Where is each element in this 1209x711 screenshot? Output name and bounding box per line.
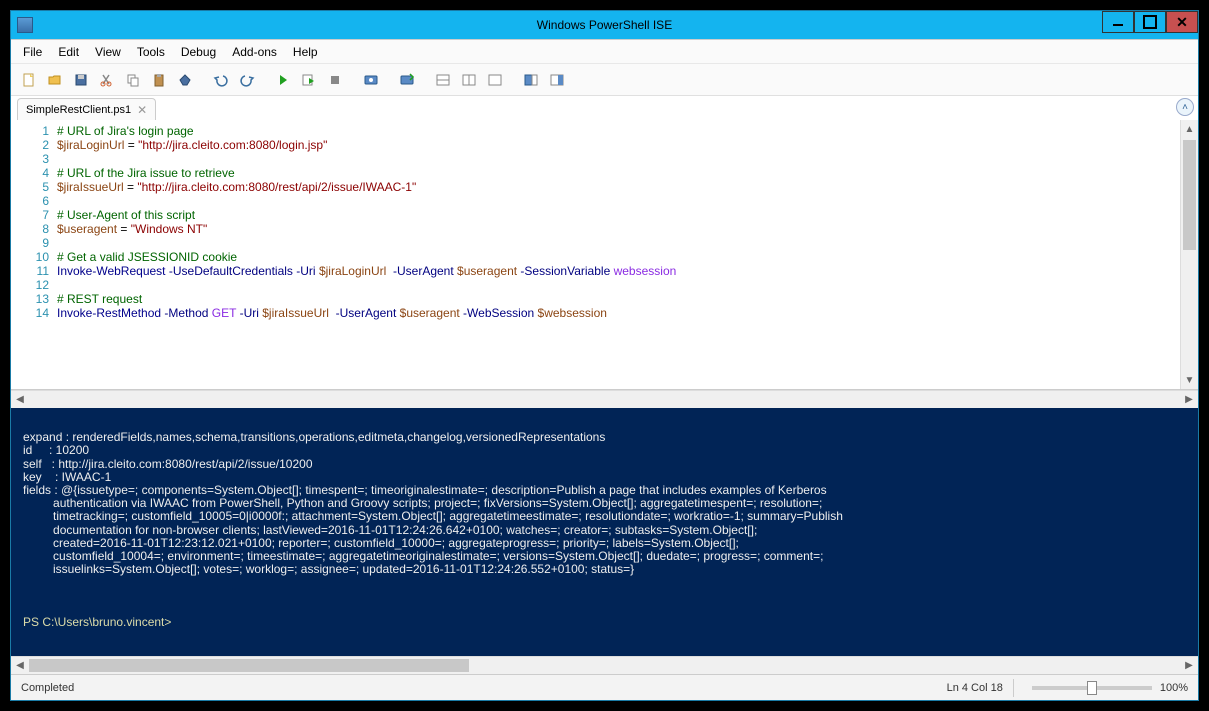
scroll-left-icon[interactable]: ◀ bbox=[11, 660, 29, 671]
panes: 1234567891011121314 # URL of Jira's logi… bbox=[11, 120, 1198, 674]
menu-view[interactable]: View bbox=[87, 43, 129, 61]
collapse-script-pane-icon[interactable]: ˄ bbox=[1176, 98, 1194, 116]
app-icon bbox=[17, 17, 33, 33]
menu-debug[interactable]: Debug bbox=[173, 43, 224, 61]
open-icon[interactable] bbox=[43, 68, 67, 92]
stop-icon[interactable] bbox=[323, 68, 347, 92]
show-command-icon[interactable] bbox=[519, 68, 543, 92]
show-addon-icon[interactable] bbox=[545, 68, 569, 92]
layout-split-icon[interactable] bbox=[431, 68, 455, 92]
maximize-button[interactable] bbox=[1134, 11, 1166, 33]
console-prompt: PS C:\Users\bruno.vincent> bbox=[23, 615, 175, 629]
editor-horizontal-scrollbar[interactable]: ◀ ▶ bbox=[11, 390, 1198, 408]
console-pane[interactable]: expand : renderedFields,names,schema,tra… bbox=[11, 408, 1198, 656]
new-file-icon[interactable] bbox=[17, 68, 41, 92]
menubar: File Edit View Tools Debug Add-ons Help bbox=[11, 40, 1198, 64]
zoom-slider[interactable] bbox=[1032, 686, 1152, 690]
scroll-up-icon[interactable]: ▲ bbox=[1181, 120, 1198, 138]
window-frame: Windows PowerShell ISE ✕ File Edit View … bbox=[10, 10, 1199, 701]
redo-icon[interactable] bbox=[235, 68, 259, 92]
statusbar: Completed Ln 4 Col 18 100% bbox=[11, 674, 1198, 700]
zoom-handle[interactable] bbox=[1087, 681, 1097, 695]
code-area[interactable]: # URL of Jira's login page$jiraLoginUrl … bbox=[57, 120, 1180, 389]
titlebar[interactable]: Windows PowerShell ISE ✕ bbox=[11, 11, 1198, 39]
tab-close-icon[interactable]: ✕ bbox=[137, 103, 147, 117]
console-horizontal-scrollbar[interactable]: ◀ ▶ bbox=[11, 656, 1198, 674]
tabbar: SimpleRestClient.ps1 ✕ ˄ bbox=[11, 96, 1198, 120]
menu-help[interactable]: Help bbox=[285, 43, 326, 61]
editor-vertical-scrollbar[interactable]: ▲ ▼ bbox=[1180, 120, 1198, 389]
minimize-button[interactable] bbox=[1102, 11, 1134, 33]
cut-icon[interactable] bbox=[95, 68, 119, 92]
scroll-down-icon[interactable]: ▼ bbox=[1181, 371, 1198, 389]
client-area: File Edit View Tools Debug Add-ons Help bbox=[11, 39, 1198, 700]
script-tab[interactable]: SimpleRestClient.ps1 ✕ bbox=[17, 98, 156, 120]
save-icon[interactable] bbox=[69, 68, 93, 92]
menu-edit[interactable]: Edit bbox=[50, 43, 87, 61]
menu-tools[interactable]: Tools bbox=[129, 43, 173, 61]
cursor-position: Ln 4 Col 18 bbox=[947, 682, 1003, 694]
menu-file[interactable]: File bbox=[15, 43, 50, 61]
remote-icon[interactable] bbox=[359, 68, 383, 92]
console-output: expand : renderedFields,names,schema,tra… bbox=[23, 430, 843, 576]
undo-icon[interactable] bbox=[209, 68, 233, 92]
layout-side-icon[interactable] bbox=[457, 68, 481, 92]
script-editor[interactable]: 1234567891011121314 # URL of Jira's logi… bbox=[11, 120, 1198, 390]
close-button[interactable]: ✕ bbox=[1166, 11, 1198, 33]
window-title: Windows PowerShell ISE bbox=[537, 18, 672, 32]
scroll-thumb[interactable] bbox=[29, 659, 469, 672]
run-selection-icon[interactable] bbox=[297, 68, 321, 92]
menu-addons[interactable]: Add-ons bbox=[224, 43, 285, 61]
scroll-right-icon[interactable]: ▶ bbox=[1180, 394, 1198, 405]
scroll-left-icon[interactable]: ◀ bbox=[11, 394, 29, 405]
clear-icon[interactable] bbox=[173, 68, 197, 92]
tab-label: SimpleRestClient.ps1 bbox=[26, 104, 131, 116]
toolbar bbox=[11, 64, 1198, 96]
status-message: Completed bbox=[21, 682, 74, 694]
scroll-thumb[interactable] bbox=[1183, 140, 1196, 250]
new-remote-tab-icon[interactable] bbox=[395, 68, 419, 92]
line-number-gutter: 1234567891011121314 bbox=[11, 120, 57, 389]
paste-icon[interactable] bbox=[147, 68, 171, 92]
scroll-right-icon[interactable]: ▶ bbox=[1180, 660, 1198, 671]
copy-icon[interactable] bbox=[121, 68, 145, 92]
zoom-percent: 100% bbox=[1160, 682, 1188, 694]
console-pane-wrap: expand : renderedFields,names,schema,tra… bbox=[11, 408, 1198, 674]
run-icon[interactable] bbox=[271, 68, 295, 92]
layout-full-icon[interactable] bbox=[483, 68, 507, 92]
